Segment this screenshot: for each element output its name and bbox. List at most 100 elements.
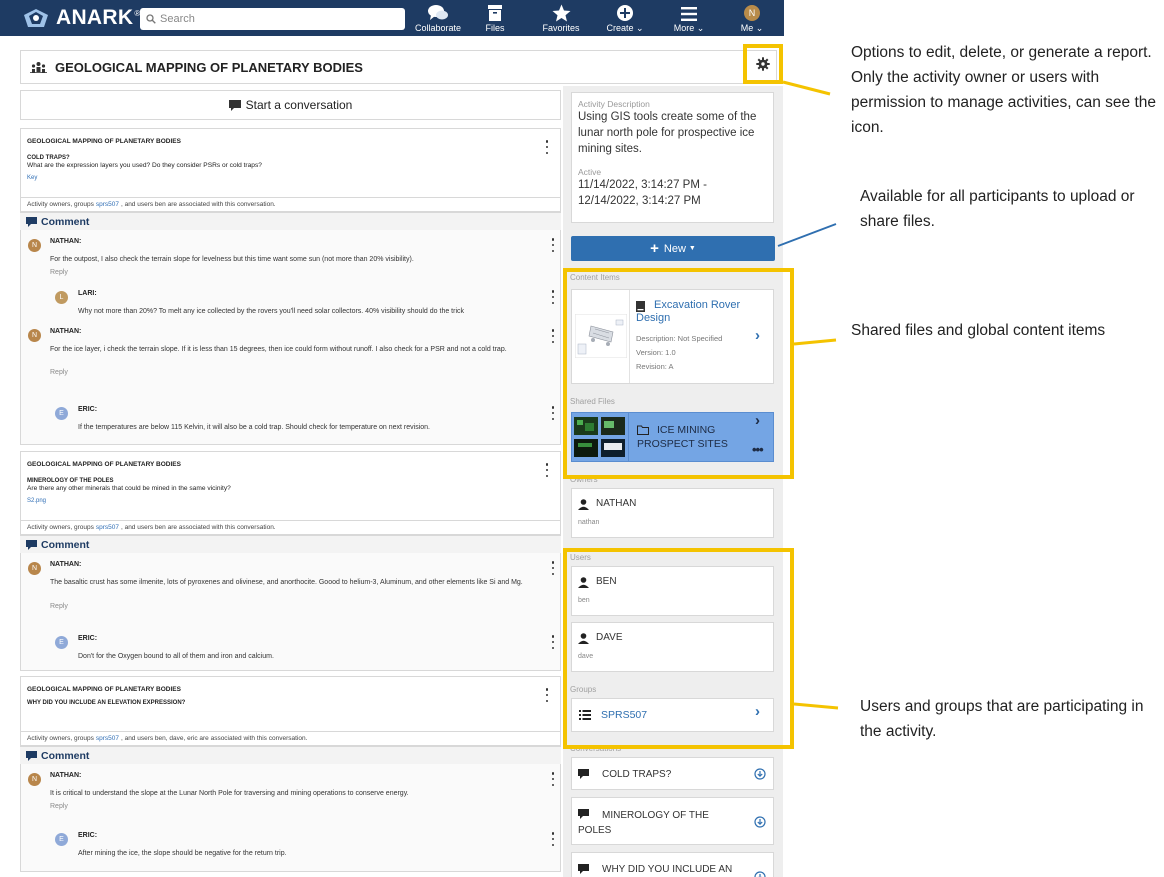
owner-name: NATHAN xyxy=(596,498,637,509)
nav-me[interactable]: N Me ⌄ xyxy=(738,2,766,36)
group-people-icon xyxy=(30,62,47,73)
star-icon xyxy=(552,4,570,22)
caret-down-icon: ▼ xyxy=(688,245,696,252)
start-conversation-button[interactable]: Start a conversation xyxy=(20,90,561,120)
hamburger-menu-icon xyxy=(681,7,697,21)
comment-author: NATHAN: xyxy=(50,772,82,779)
kebab-menu-icon[interactable] xyxy=(550,329,556,343)
app-root: ANARK ® Search Collaborate Files Favorite… xyxy=(0,0,1164,877)
nav-collaborate-label: Collaborate xyxy=(414,23,462,33)
conversation-activity: GEOLOGICAL MAPPING OF PLANETARY BODIES xyxy=(27,686,181,693)
chevron-down-icon: ⌄ xyxy=(755,23,764,33)
plus-circle-icon xyxy=(617,5,633,21)
owner-card[interactable]: NATHAN nathan xyxy=(571,488,774,538)
conversation-question: What are the expression layers you used?… xyxy=(27,162,262,169)
comment-reply: E ERIC: After mining the ice, the slope … xyxy=(21,824,560,868)
callout-line-new xyxy=(777,223,837,247)
comment-icon xyxy=(26,750,37,761)
comment-text: Why not more than 20%? To melt any ice c… xyxy=(78,308,465,315)
active-date-range: 11/14/2022, 3:14:27 PM - 12/14/2022, 3:1… xyxy=(578,179,707,207)
download-circle-icon[interactable] xyxy=(754,768,766,780)
comment-header[interactable]: Comment xyxy=(20,535,561,553)
kebab-menu-icon[interactable] xyxy=(544,688,550,702)
search-input[interactable]: Search xyxy=(140,8,405,30)
annotation-new: Available for all participants to upload… xyxy=(860,188,1135,230)
conversation-link-label: MINEROLOGY OF THE POLES xyxy=(578,810,709,836)
reply-link[interactable]: Reply xyxy=(50,603,68,610)
comment-header[interactable]: Comment xyxy=(20,212,561,230)
kebab-menu-icon[interactable] xyxy=(550,406,556,420)
download-circle-icon[interactable] xyxy=(754,816,766,828)
anark-logo[interactable]: ANARK ® xyxy=(22,6,141,30)
comment-icon xyxy=(26,216,37,227)
group-link[interactable]: sprs507 xyxy=(96,524,119,531)
comment: N NATHAN: The basaltic crust has some il… xyxy=(21,553,560,627)
gear-icon[interactable] xyxy=(756,57,770,71)
comment-author: NATHAN: xyxy=(50,561,82,568)
description-text: Using GIS tools create some of the lunar… xyxy=(578,111,757,155)
content-highlight-box xyxy=(563,268,794,479)
comment-author: LARI: xyxy=(78,290,97,297)
kebab-menu-icon[interactable] xyxy=(544,463,550,477)
nav-create-label: Create xyxy=(606,23,634,33)
conversation-topic: WHY DID YOU INCLUDE AN ELEVATION EXPRESS… xyxy=(27,700,186,706)
settings-highlight[interactable] xyxy=(743,44,783,84)
comment-icon xyxy=(578,769,589,779)
user-icon xyxy=(578,499,589,510)
avatar: L xyxy=(55,291,68,304)
conversation-link[interactable]: WHY DID YOU INCLUDE AN xyxy=(571,852,774,877)
comment-thread: N NATHAN: The basaltic crust has some il… xyxy=(20,553,561,671)
nav-more-label: More xyxy=(673,23,695,33)
nav-more[interactable]: More ⌄ xyxy=(670,2,708,36)
kebab-menu-icon[interactable] xyxy=(550,238,556,252)
annotation-content: Shared files and global content items xyxy=(851,322,1106,339)
association-text: Activity owners, groups xyxy=(27,735,94,742)
nav-files[interactable]: Files xyxy=(480,2,510,36)
association-text: Activity owners, groups xyxy=(27,201,94,208)
comment-icon xyxy=(228,99,241,111)
nav-collaborate[interactable]: Collaborate xyxy=(414,2,462,36)
comment-text: The basaltic crust has some ilmenite, lo… xyxy=(50,579,523,586)
avatar: N xyxy=(28,239,41,252)
group-link[interactable]: sprs507 xyxy=(96,201,119,208)
plus-icon: + xyxy=(650,240,659,257)
comment-label: Comment xyxy=(41,215,90,228)
conversation-activity: GEOLOGICAL MAPPING OF PLANETARY BODIES xyxy=(27,138,181,145)
comment-header[interactable]: Comment xyxy=(20,746,561,764)
group-link[interactable]: sprs507 xyxy=(96,735,119,742)
conversation-attachment[interactable]: S2.png xyxy=(27,498,554,504)
conversation-link[interactable]: MINEROLOGY OF THE POLES xyxy=(571,797,774,845)
comment-text: For the ice layer, i check the terrain s… xyxy=(50,346,507,353)
comment: N NATHAN: For the ice layer, i check the… xyxy=(21,322,560,398)
kebab-menu-icon[interactable] xyxy=(550,290,556,304)
comment-author: ERIC: xyxy=(78,406,98,413)
kebab-menu-icon[interactable] xyxy=(550,832,556,846)
kebab-menu-icon[interactable] xyxy=(550,635,556,649)
avatar: N xyxy=(28,773,41,786)
download-circle-icon[interactable] xyxy=(754,871,766,877)
kebab-menu-icon[interactable] xyxy=(550,561,556,575)
conversation-association: Activity owners, groups sprs507, and user… xyxy=(21,731,560,745)
avatar: N xyxy=(28,329,41,342)
conversation-link[interactable]: COLD TRAPS? xyxy=(571,757,774,790)
reply-link[interactable]: Reply xyxy=(50,269,68,276)
nav-favorites[interactable]: Favorites xyxy=(538,2,584,36)
callout-line-gear xyxy=(782,80,831,96)
comment-author: NATHAN: xyxy=(50,328,82,335)
new-button[interactable]: + New ▼ xyxy=(571,236,775,261)
kebab-menu-icon[interactable] xyxy=(544,140,550,154)
search-placeholder: Search xyxy=(160,13,195,25)
kebab-menu-icon[interactable] xyxy=(550,772,556,786)
conversation-attachment[interactable]: Key xyxy=(27,175,554,181)
reply-link[interactable]: Reply xyxy=(50,369,68,376)
active-label: Active xyxy=(578,167,602,177)
conversation-card: GEOLOGICAL MAPPING OF PLANETARY BODIES W… xyxy=(20,676,561,746)
chevron-down-icon: ⌄ xyxy=(696,23,705,33)
reply-link[interactable]: Reply xyxy=(50,803,68,810)
nav-favorites-label: Favorites xyxy=(542,23,580,33)
avatar: E xyxy=(55,636,68,649)
chevron-down-icon: ⌄ xyxy=(635,23,644,33)
comment-text: For the outpost, I also check the terrai… xyxy=(50,256,414,263)
nav-create[interactable]: Create ⌄ xyxy=(605,2,645,36)
comment-icon xyxy=(578,864,589,874)
